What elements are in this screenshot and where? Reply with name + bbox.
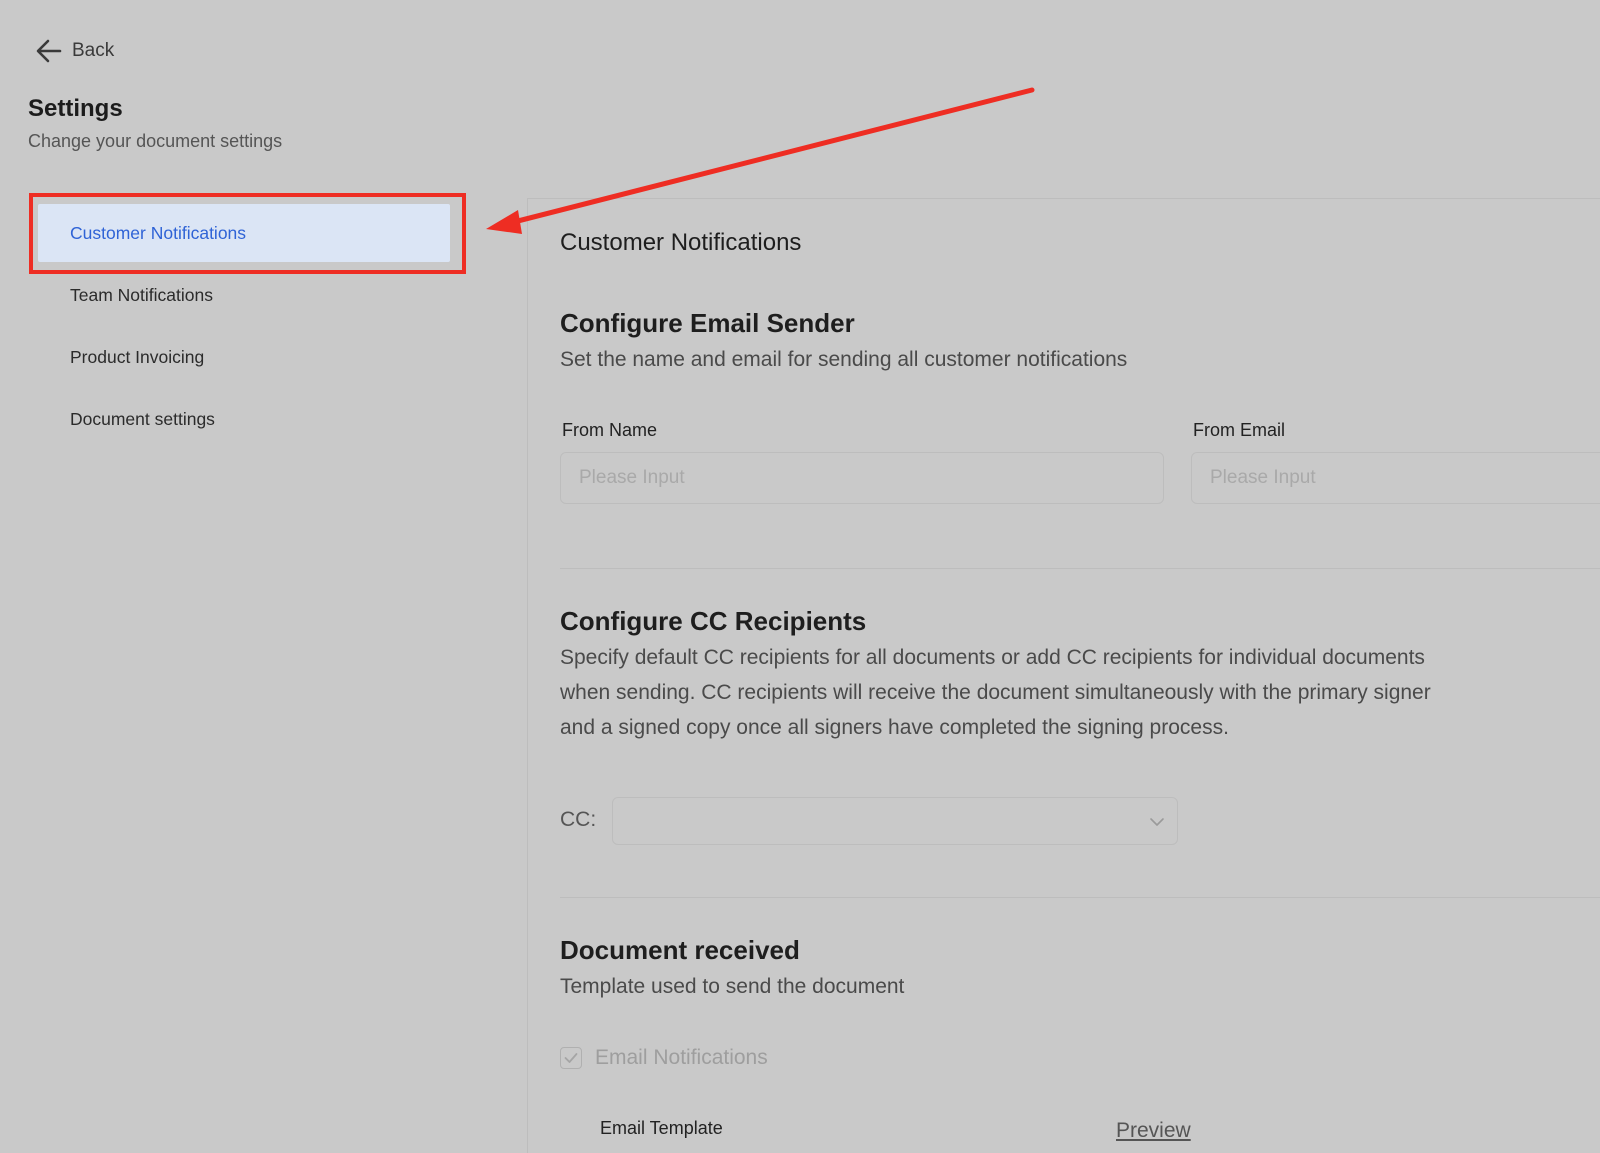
back-label: Back [72,40,115,61]
from-email-label: From Email [1193,420,1286,440]
sidebar-item-product-invoicing[interactable]: Product Invoicing [38,328,450,386]
from-email-input[interactable] [1191,452,1600,504]
sidebar-item-label: Document settings [70,408,215,429]
email-sender-description: Set the name and email for sending all c… [560,348,1128,371]
document-received-heading: Document received [560,935,800,965]
main-content: Customer Notifications Configure Email S… [560,0,1600,1153]
cc-label: CC: [560,808,597,831]
from-name-input[interactable] [560,452,1164,504]
sidebar-item-label: Team Notifications [70,284,213,305]
email-notifications-label: Email Notifications [595,1046,768,1069]
document-received-description: Template used to send the document [560,975,905,998]
sidebar-item-label: Product Invoicing [70,346,205,367]
cc-description-line-1: Specify default CC recipients for all do… [560,646,1425,669]
cc-description-line-3: and a signed copy once all signers have … [560,716,1229,739]
annotation-highlight-box [29,193,466,274]
email-sender-heading: Configure Email Sender [560,308,855,338]
section-divider [560,568,1600,569]
sidebar-item-document-settings[interactable]: Document settings [38,390,450,448]
preview-link[interactable]: Preview [1116,1119,1191,1143]
arrow-left-icon [34,36,64,66]
from-name-label: From Name [562,420,658,440]
email-template-label: Email Template [600,1118,723,1138]
settings-page: Back Settings Change your document setti… [0,0,1600,1153]
cc-heading: Configure CC Recipients [560,606,867,636]
settings-subtitle: Change your document settings [28,131,283,151]
cc-select[interactable] [612,797,1178,845]
email-notifications-checkbox[interactable] [560,1047,582,1069]
section-divider [560,897,1600,898]
settings-title: Settings [28,95,123,122]
vertical-divider [527,198,528,1153]
cc-description-line-2: when sending. CC recipients will receive… [560,681,1431,704]
section-title: Customer Notifications [560,229,802,256]
chevron-down-icon [1149,814,1165,835]
sidebar-item-team-notifications[interactable]: Team Notifications [38,266,450,324]
back-button[interactable]: Back [34,36,114,66]
